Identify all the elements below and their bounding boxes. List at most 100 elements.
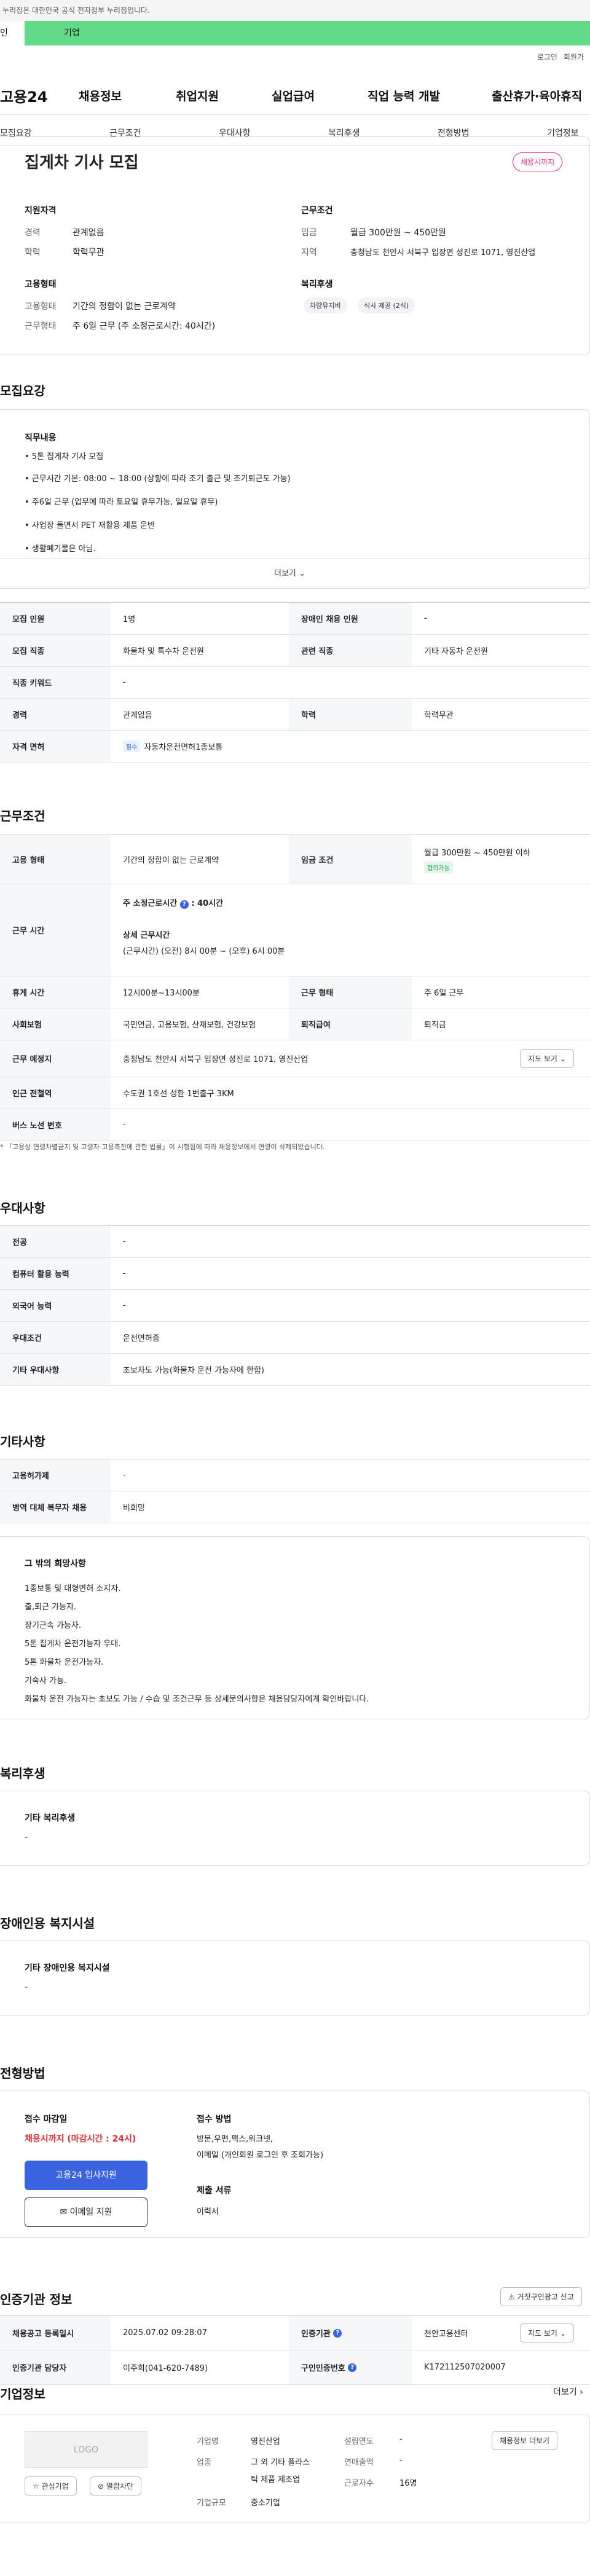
duty-line: • 생활폐기물은 아님. [25,544,96,554]
gnb-vocational-training[interactable]: 직업 능력 개발 [368,87,440,104]
method-label: 접수 방법 [197,2115,232,2124]
site-logo[interactable]: 고용24 [0,85,48,106]
row-label: 고용허가제 [0,1459,111,1491]
apply-button[interactable]: 고용24 입사지원 [25,2161,148,2190]
wage-value: 월급 300만원 ~ 450만원 이하 [424,848,530,858]
chevron-down-icon: ⌄ [559,1054,566,1063]
wish-line: 화물차 운전 가능자는 초보도 가능 / 수습 및 조건근무 등 상세문의사항은… [25,1695,369,1704]
row-value: 퇴직금 [424,1021,446,1030]
weekly-hours-value: : 40시간 [191,899,224,908]
row-label: 휴게 시간 [0,976,111,1008]
industry-label: 업종 [197,2458,211,2467]
table-row: 병역 대체 복무자 채용 비희망 [0,1491,590,1523]
row-value: 기타 자동차 운전원 [424,647,488,656]
tab-company[interactable]: 기업 [64,21,80,45]
row-value: 천안고용센터 [424,2330,468,2339]
industry-value: 틱 제품 제조업 [251,2475,301,2484]
table-row: 사회보험 국민연금, 고용보험, 산재보험, 건강보험 퇴직급여 퇴직금 [0,1008,590,1040]
info-icon[interactable]: ? [179,900,189,909]
section-pref: 우대사항 [0,1201,45,1215]
block-label: 열람차단 [106,2482,134,2491]
company-box [0,2414,590,2523]
row-label: 근무 형태 [289,976,412,1008]
qual-title: 지원자격 [25,206,57,216]
table-row: 근무 예정지 충청남도 천안시 서북구 입장면 성진로 1071, 영진산업 지… [0,1040,590,1077]
table-row: 우대조건 운전면허증 [0,1322,590,1354]
company-more-link[interactable]: 더보기 › [553,2386,583,2398]
section-recruit: 모집요강 [0,383,45,398]
company-more-label: 더보기 [553,2387,577,2397]
email-apply-button[interactable]: ✉ 이메일 지원 [25,2197,148,2227]
disabled-box [0,1941,590,2016]
welfare-title: 복리후생 [301,280,333,289]
gnb-unemployment-benefit[interactable]: 실업급여 [272,87,315,104]
wish-line: 5톤 집게차 운전가능자 우대. [25,1639,121,1649]
tab-individual[interactable]: 인 [0,21,25,45]
info-icon[interactable]: ? [348,2363,357,2372]
table-row: 인증기관 담당자 이주희(041-620-7489) 구인인증번호 ? K172… [0,2350,590,2385]
mail-icon: ✉ [60,2207,68,2217]
table-row: 채용공고 등록일시 2025.07.02 09:28:07 인증기관 ? 천안고… [0,2316,590,2350]
edu-value: 학력무관 [73,248,104,257]
wish-line: 장기근속 가능자. [25,1621,81,1630]
size-value: 중소기업 [251,2499,280,2508]
pref-table: 전공 - 컴퓨터 활용 능력 - 외국어 능력 - 우대조건 운전면허증 기타 우대사항… [0,1225,590,1386]
company-logo: LOGO [25,2431,148,2468]
cond-title: 근무조건 [301,206,333,216]
gnb-employment-support[interactable]: 취업지원 [176,87,219,104]
info-icon[interactable]: ? [333,2328,342,2338]
report-label: 거짓구인광고 신고 [517,2293,574,2301]
est-value: - [399,2435,403,2444]
docs-label: 제출 서류 [197,2186,232,2196]
revenue-label: 연매출액 [344,2458,374,2467]
industry-value: 그 외 기타 플라스 [251,2458,310,2467]
row-label: 컴퓨터 활용 능력 [0,1258,111,1289]
emptype-value: 기간의 정함이 없는 근로계약 [73,302,176,312]
work-table: 고용 형태 기간의 정함이 없는 근로계약 임금 조건 월급 300만원 ~ 4… [0,834,590,1141]
section-etc: 기타사항 [0,1434,45,1449]
company-jobs-button[interactable]: 채용정보 더보기 [492,2431,558,2450]
region-label: 지역 [301,248,317,257]
block-icon: ⊘ [98,2482,104,2491]
report-button[interactable]: ⚠ 거짓구인광고 신고 [500,2287,582,2306]
emp-title: 고용형태 [25,280,57,289]
row-label: 직종 키워드 [0,667,111,698]
fav-company-button[interactable]: ☆ 관심기업 [25,2476,77,2496]
join-link[interactable]: 회원가 [564,53,584,61]
row-label: 버스 노선 번호 [0,1109,111,1141]
agency-map-button[interactable]: 지도 보기 ⌄ [520,2323,574,2342]
edu-label: 학력 [25,248,41,257]
row-label: 모집 직종 [0,635,111,666]
row-value: 비희망 [123,1504,145,1513]
docs-value: 이력서 [197,2207,219,2217]
age-law-note: * 「고용상 연령차별금지 및 고령자 고용촉진에 관한 법률」이 시행됨에 따… [0,1143,325,1151]
duty-line: • 사업장 돌면서 PET 재활용 제품 운반 [25,521,155,530]
method-value: 이메일 (개인회원 로그인 후 조회가능) [197,2151,324,2160]
row-value: - [123,1269,126,1278]
row-label: 인증기관 ? [289,2316,412,2350]
etc-table: 고용허가제 - 병역 대체 복무자 채용 비희망 [0,1459,590,1523]
map-button[interactable]: 지도 보기 ⌄ [520,1049,574,1068]
email-apply-label: 이메일 지원 [69,2207,112,2217]
section-agency: 인증기관 정보 [0,2292,73,2307]
login-link[interactable]: 로그인 [537,53,557,61]
row-value: 12시00분~13시00분 [123,989,200,998]
row-label: 외국어 능력 [0,1290,111,1321]
gnb-parental-leave[interactable]: 출산휴가·육아휴직 [492,87,582,104]
revenue-value: - [399,2456,403,2465]
employees-value: 16명 [399,2479,417,2488]
detail-hours-value: (근무시간) (오전) 8시 00분 ~ (오후) 6시 00분 [123,947,285,956]
more-button[interactable]: 더보기 ⌄ [274,567,305,578]
company-name-label: 기업명 [197,2437,219,2446]
row-label: 자격 면허 [0,731,111,762]
row-label: 퇴직급여 [289,1008,412,1040]
block-button[interactable]: ⊘ 열람차단 [90,2476,142,2496]
gnb-jobs[interactable]: 채용정보 [79,87,122,104]
table-row: 버스 노선 번호 - [0,1109,590,1141]
row-label: 고용 형태 [0,835,111,884]
agency-table: 채용공고 등록일시 2025.07.02 09:28:07 인증기관 ? 천안고… [0,2315,590,2385]
row-value: 초보자도 가능(화물차 운전 가능자에 한함) [123,1366,264,1375]
section-company: 기업정보 [0,2387,45,2401]
worktype-label: 근무형태 [25,321,57,331]
row-value: 화물차 및 특수차 운전원 [123,647,204,656]
